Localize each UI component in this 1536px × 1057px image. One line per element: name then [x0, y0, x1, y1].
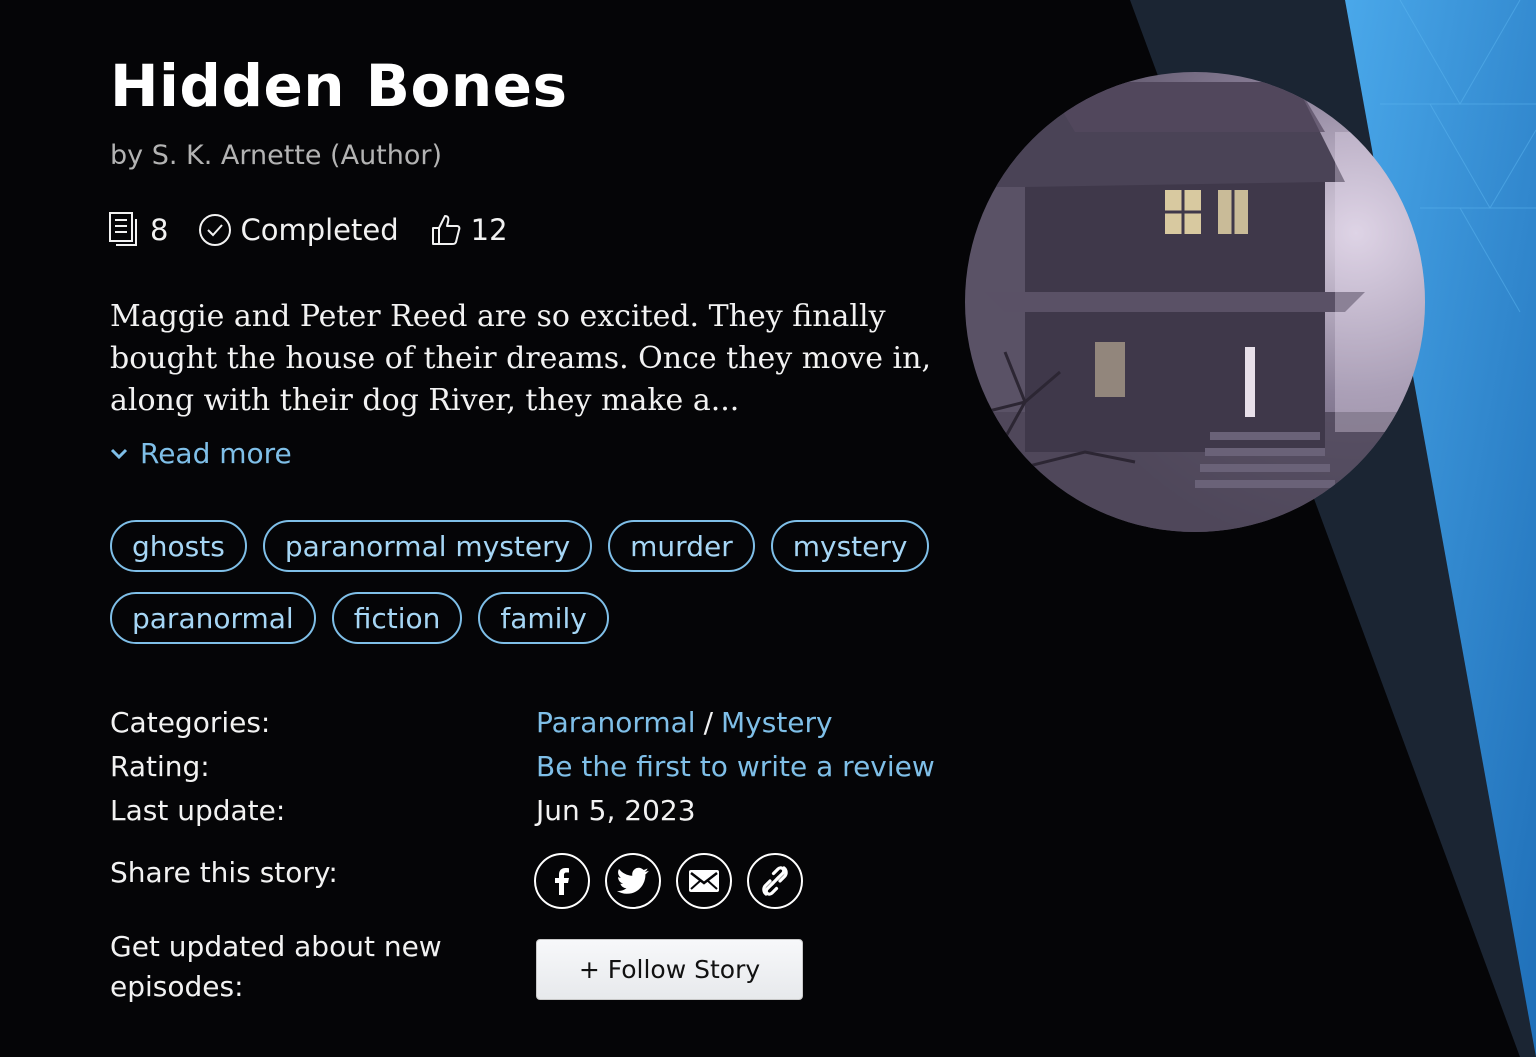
story-stats: 8 Completed 12	[108, 208, 538, 252]
follow-prompt: Get updated about new episodes:	[110, 930, 442, 1003]
chevron-down-icon	[110, 448, 128, 459]
link-icon	[762, 866, 788, 896]
twitter-icon	[617, 867, 649, 894]
tag-chip[interactable]: family	[478, 592, 609, 644]
category-separator: /	[703, 706, 714, 739]
share-buttons	[534, 853, 803, 909]
thumbs-up-icon	[431, 215, 461, 245]
email-icon	[689, 870, 719, 892]
share-twitter-button[interactable]	[605, 853, 661, 909]
like-count: 12	[429, 213, 508, 247]
episode-count: 8	[108, 211, 168, 249]
tag-list: ghosts paranormal mystery murder mystery…	[110, 520, 940, 644]
episode-count-value: 8	[150, 213, 169, 247]
last-update-label: Last update:	[110, 794, 286, 827]
tag-chip[interactable]: paranormal mystery	[262, 520, 593, 572]
last-update-value: Jun 5, 2023	[536, 794, 696, 827]
share-label: Share this story:	[110, 856, 338, 889]
write-review-link[interactable]: Be the first to write a review	[536, 747, 935, 787]
author-line: by S. K. Arnette (Author)	[110, 140, 443, 171]
tag-chip[interactable]: fiction	[331, 592, 463, 644]
categories-value: Paranormal / Mystery	[536, 703, 833, 743]
check-circle-icon	[199, 214, 232, 246]
facebook-icon	[555, 868, 569, 895]
like-count-value: 12	[470, 213, 508, 247]
tag-chip[interactable]: ghosts	[110, 520, 247, 572]
story-title: Hidden Bones	[110, 52, 568, 120]
completion-status: Completed	[198, 213, 399, 247]
share-facebook-button[interactable]	[534, 853, 590, 909]
category-link-mystery[interactable]: Mystery	[721, 706, 833, 739]
read-more-label: Read more	[140, 437, 292, 470]
status-label: Completed	[240, 213, 399, 247]
share-email-button[interactable]	[676, 853, 732, 909]
story-cover-image	[965, 72, 1425, 532]
read-more-link[interactable]: Read more	[110, 437, 292, 470]
tag-chip[interactable]: paranormal	[110, 592, 316, 644]
tag-chip[interactable]: mystery	[770, 520, 930, 572]
rating-label: Rating:	[110, 750, 210, 783]
story-description: Maggie and Peter Reed are so excited. Th…	[110, 299, 931, 418]
copy-link-button[interactable]	[747, 853, 803, 909]
category-link-paranormal[interactable]: Paranormal	[536, 706, 696, 739]
episodes-icon	[109, 212, 137, 246]
tag-chip[interactable]: murder	[608, 520, 755, 572]
categories-label: Categories:	[110, 706, 271, 739]
follow-story-button[interactable]: + Follow Story	[536, 939, 803, 1000]
